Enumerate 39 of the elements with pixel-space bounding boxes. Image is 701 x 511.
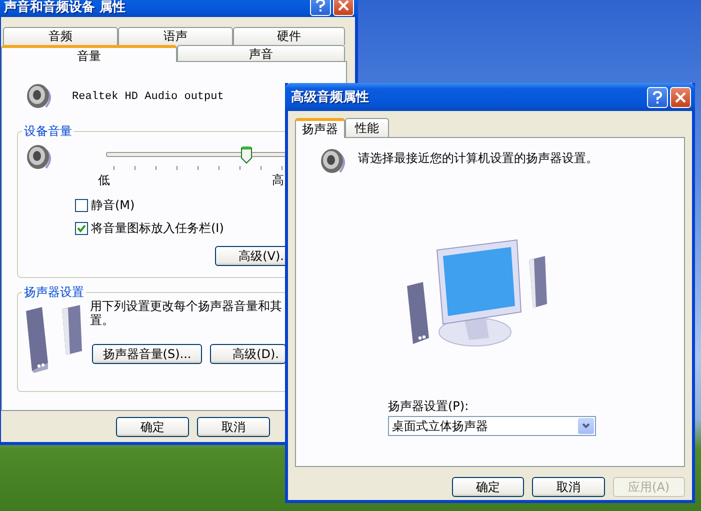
tab[interactable]: 音量 xyxy=(1,45,177,62)
tab[interactable]: 语声 xyxy=(118,27,233,45)
ok-button[interactable]: 确定 xyxy=(452,477,524,497)
help-button[interactable] xyxy=(647,86,668,108)
device-name: Realtek HD Audio output xyxy=(72,91,224,103)
close-button[interactable] xyxy=(333,0,354,16)
speaker-description: 用下列设置更改每个扬声器音量和其 置。 xyxy=(90,299,283,327)
window-title: 声音和音频设备 属性 xyxy=(4,0,126,16)
cancel-button[interactable]: 取消 xyxy=(197,417,270,437)
tab[interactable]: 音频 xyxy=(3,27,118,45)
speaker-setup-dropdown[interactable]: 桌面式立体扬声器 xyxy=(388,416,596,436)
close-icon xyxy=(675,92,686,102)
prompt-text: 请选择最接近您的计算机设置的扬声器设置。 xyxy=(358,150,598,167)
tab[interactable]: 扬声器 xyxy=(295,118,345,138)
checkbox-label: 将音量图标放入任务栏(I) xyxy=(91,220,224,237)
cancel-button[interactable]: 取消 xyxy=(532,477,605,497)
help-button[interactable] xyxy=(310,0,331,16)
speaker-setup-label: 扬声器设置(P): xyxy=(388,399,469,413)
ok-button[interactable]: 确定 xyxy=(116,417,189,437)
high-label: 高 xyxy=(272,172,284,189)
checkbox[interactable] xyxy=(75,199,88,212)
tab[interactable]: 性能 xyxy=(345,118,389,137)
speakers-drawing xyxy=(24,303,84,373)
low-label: 低 xyxy=(98,172,110,189)
checkbox[interactable] xyxy=(75,222,88,235)
close-button[interactable] xyxy=(670,86,691,108)
group-title: 设备音量 xyxy=(23,123,73,140)
help-icon xyxy=(653,90,662,104)
advanced-button[interactable]: 高级(D). xyxy=(210,344,286,364)
chevron-down-icon xyxy=(578,418,594,434)
tab[interactable]: 硬件 xyxy=(233,27,345,45)
help-icon xyxy=(316,0,325,12)
close-icon xyxy=(338,0,349,11)
group-title: 扬声器设置 xyxy=(23,284,85,301)
speaker-volume-button[interactable]: 扬声器音量(S)... xyxy=(92,344,202,364)
slider-thumb[interactable] xyxy=(241,146,252,164)
checkbox-label: 静音(M) xyxy=(91,197,135,214)
tab[interactable]: 声音 xyxy=(177,45,345,61)
window-title: 高级音频属性 xyxy=(291,88,369,106)
